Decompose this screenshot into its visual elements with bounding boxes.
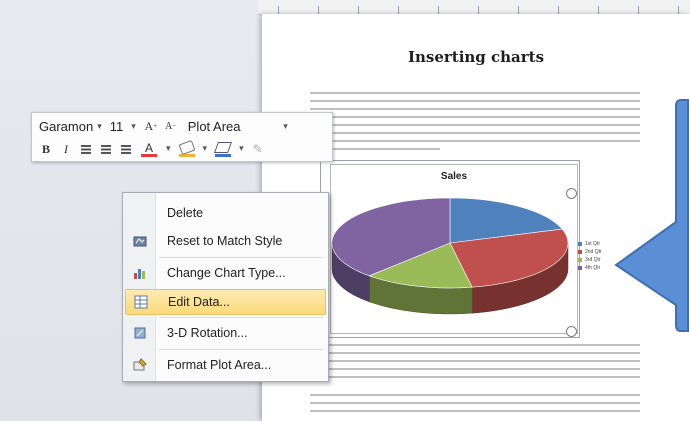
italic-button[interactable]: I: [56, 140, 76, 158]
legend-entry[interactable]: 2nd Qtr: [578, 248, 618, 256]
menu-item-label: Edit Data...: [168, 295, 230, 309]
align-center-icon: [101, 144, 111, 154]
menu-item-delete[interactable]: Delete: [125, 201, 324, 225]
font-size-box[interactable]: 11 ▾: [107, 116, 139, 136]
menu-item-label: Change Chart Type...: [167, 266, 286, 280]
menu-item-3d-rotation[interactable]: 3-D Rotation...: [125, 321, 324, 345]
reset-style-icon: [125, 229, 155, 253]
align-left-button[interactable]: [76, 140, 96, 158]
context-menu: Delete Reset to Match Style Change Chart…: [122, 192, 329, 382]
resize-handle-bottom-right[interactable]: [566, 326, 577, 337]
horizontal-ruler[interactable]: [258, 0, 690, 15]
legend-label: 2nd Qtr: [585, 249, 602, 255]
font-color-swatch: [141, 153, 157, 157]
shrink-font-button[interactable]: A −: [161, 117, 181, 135]
bold-button[interactable]: B: [36, 140, 56, 158]
menu-item-edit-data[interactable]: Edit Data...: [125, 289, 326, 315]
format-painter-button[interactable]: ✎: [248, 140, 268, 158]
grow-font-button[interactable]: A +: [141, 117, 161, 135]
paint-bucket-icon: [178, 139, 195, 155]
chevron-down-icon[interactable]: ▾: [166, 144, 171, 154]
3d-rotation-icon: [125, 321, 155, 345]
chart-title[interactable]: Sales: [331, 171, 577, 182]
legend-entry[interactable]: 3rd Qtr: [578, 256, 618, 264]
align-right-button[interactable]: [116, 140, 136, 158]
menu-separator: [159, 257, 323, 258]
font-color-icon: A: [144, 140, 153, 155]
shrink-font-icon: A: [165, 120, 173, 132]
menu-item-format-plot-area[interactable]: Format Plot Area...: [125, 353, 324, 377]
fill-color-button[interactable]: [175, 139, 199, 158]
align-right-icon: [121, 144, 131, 154]
font-color-button[interactable]: A: [136, 140, 162, 158]
document-title: Inserting charts: [407, 48, 545, 66]
font-name-box[interactable]: Garamon ▾: [36, 116, 105, 136]
menu-item-label: Delete: [167, 206, 204, 220]
chart-element-value: Plot Area: [187, 118, 241, 134]
menu-item-label: 3-D Rotation...: [167, 326, 248, 340]
mini-toolbar: Garamon ▾ 11 ▾ A + A − Plot Area ▾ B I A…: [31, 112, 333, 162]
align-left-icon: [81, 144, 91, 154]
chevron-down-icon[interactable]: ▾: [203, 144, 208, 154]
chevron-down-icon[interactable]: ▾: [131, 121, 136, 132]
bold-icon: B: [41, 141, 50, 156]
menu-separator: [159, 317, 323, 318]
grow-font-icon: A: [144, 118, 154, 133]
legend-swatch: [578, 250, 582, 254]
format-painter-icon: ✎: [252, 141, 263, 156]
font-name-value: Garamon: [39, 118, 94, 134]
shape-outline-icon: [214, 141, 233, 153]
menu-item-change-chart-type[interactable]: Change Chart Type...: [125, 261, 324, 285]
legend-entry[interactable]: 4th Qtr: [578, 264, 618, 272]
legend-label: 3rd Qtr: [585, 257, 601, 263]
pie-chart[interactable]: [330, 185, 576, 335]
format-plot-area-icon: [125, 353, 155, 377]
menu-separator: [159, 349, 323, 350]
fill-color-swatch: [178, 153, 195, 157]
chart-legend[interactable]: 1st Qtr 2nd Qtr 3rd Qtr 4th Qtr: [578, 240, 618, 272]
legend-label: 4th Qtr: [585, 265, 601, 271]
legend-swatch: [578, 266, 582, 270]
align-center-button[interactable]: [96, 140, 116, 158]
resize-handle-top-right[interactable]: [566, 188, 577, 199]
legend-swatch: [578, 242, 582, 246]
chevron-down-icon[interactable]: ▾: [283, 121, 288, 132]
legend-label: 1st Qtr: [585, 241, 601, 247]
chevron-down-icon[interactable]: ▾: [239, 144, 244, 154]
chevron-down-icon[interactable]: ▾: [97, 121, 102, 132]
font-size-value: 11: [109, 118, 124, 134]
edit-data-icon: [126, 290, 156, 314]
change-chart-type-icon: [125, 261, 155, 285]
legend-swatch: [578, 258, 582, 262]
menu-item-reset-style[interactable]: Reset to Match Style: [125, 229, 324, 253]
menu-item-label: Format Plot Area...: [167, 358, 272, 372]
italic-icon: I: [64, 141, 68, 156]
legend-entry[interactable]: 1st Qtr: [578, 240, 618, 248]
chart-element-selector[interactable]: Plot Area ▾: [185, 116, 291, 136]
outline-color-button[interactable]: [211, 140, 235, 158]
menu-item-label: Reset to Match Style: [167, 234, 283, 248]
outline-color-swatch: [215, 153, 232, 157]
